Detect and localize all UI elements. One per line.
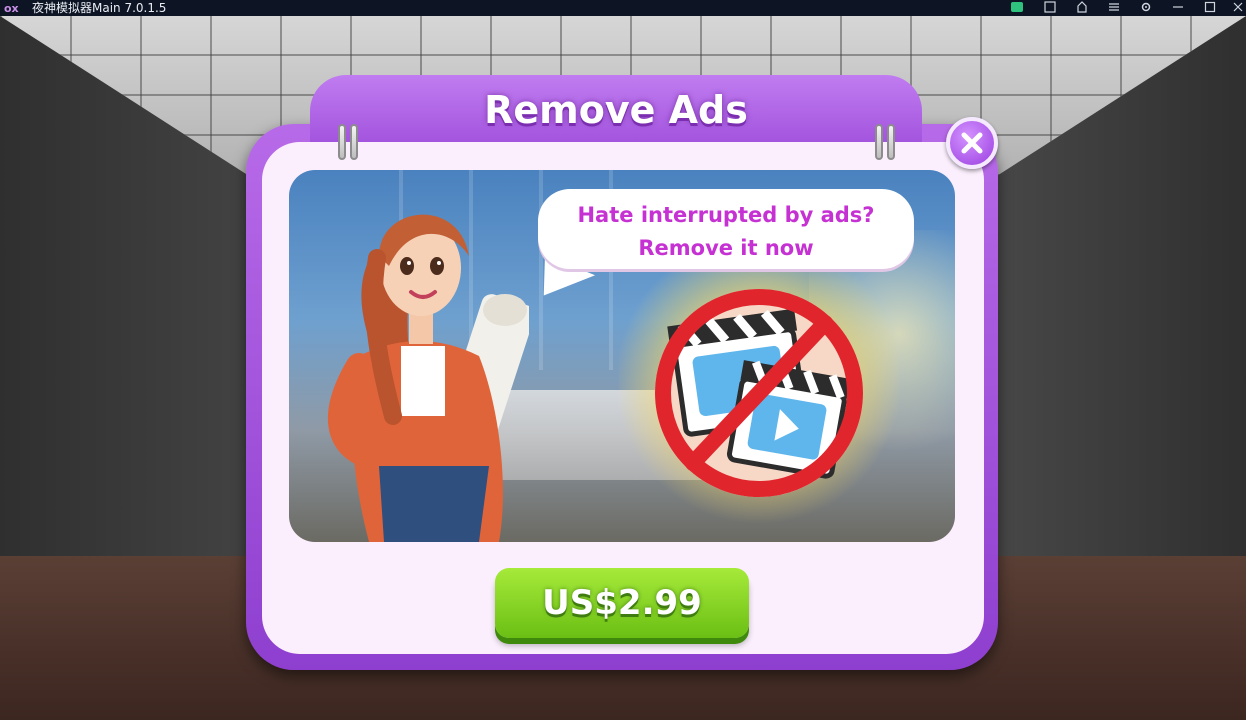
- window-title: 夜神模拟器Main 7.0.1.5: [32, 1, 167, 15]
- speech-line-2: Remove it now: [638, 236, 814, 260]
- paper-clip-left: [336, 124, 362, 160]
- speech-line-1: Hate interrupted by ads?: [577, 203, 875, 227]
- purchase-button[interactable]: US$2.99: [495, 568, 749, 638]
- window-close-icon[interactable]: [1231, 1, 1245, 14]
- no-video-ads-icon: [655, 289, 863, 497]
- dialog-title: Remove Ads: [484, 88, 748, 132]
- character-illustration: [327, 214, 529, 542]
- minimize-icon[interactable]: [1171, 1, 1185, 14]
- menu-icon[interactable]: [1107, 1, 1121, 14]
- paper-clip-right: [873, 124, 899, 160]
- toolbar-icon-3[interactable]: [1075, 1, 1089, 14]
- emulator-title-bar: ox 夜神模拟器Main 7.0.1.5: [0, 0, 1246, 16]
- close-icon: [961, 132, 983, 154]
- toolbar-icon-1[interactable]: [1010, 1, 1024, 14]
- speech-text: Hate interrupted by ads? Remove it now: [538, 199, 914, 265]
- maximize-icon[interactable]: [1203, 1, 1217, 14]
- close-button[interactable]: [946, 117, 998, 169]
- app-logo: ox: [4, 2, 19, 15]
- toolbar-icon-2[interactable]: [1043, 1, 1057, 14]
- price-label: US$2.99: [542, 583, 702, 623]
- settings-icon[interactable]: [1139, 1, 1153, 14]
